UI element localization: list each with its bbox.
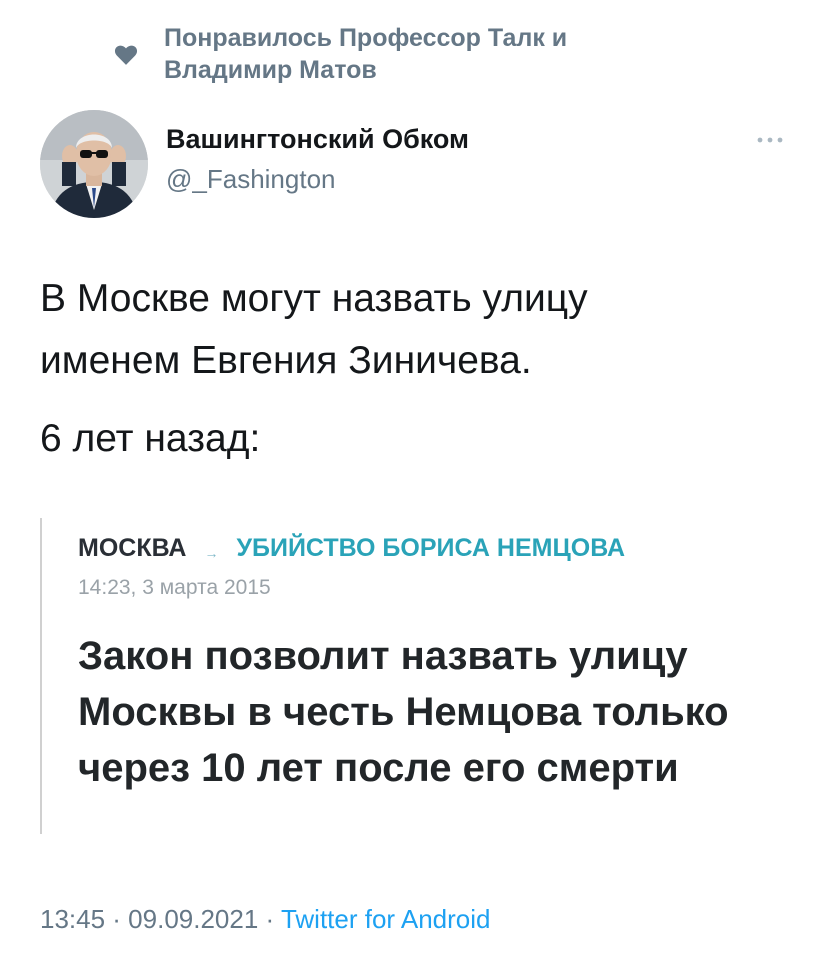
- tweet-text-line: именем Евгения Зиничева.: [40, 339, 532, 382]
- attached-image[interactable]: МОСКВА → УБИЙСТВО БОРИСА НЕМЦОВА 14:23, …: [40, 518, 802, 834]
- tweet-meta: 13:45 · 09.09.2021 · Twitter for Android: [40, 904, 490, 935]
- article-headline: Закон позволит назвать улицу Москвы в че…: [78, 634, 729, 790]
- article-topic: УБИЙСТВО БОРИСА НЕМЦОВА: [236, 534, 626, 562]
- author-name[interactable]: Вашингтонский Обком: [166, 124, 469, 155]
- article-breadcrumb: МОСКВА → УБИЙСТВО БОРИСА НЕМЦОВА: [78, 534, 625, 563]
- tweet-text-line: 6 лет назад:: [40, 417, 261, 460]
- heart-icon: [114, 45, 138, 65]
- tweet-text-line: В Москве могут назвать улицу: [40, 277, 588, 320]
- avatar-photo: [40, 110, 148, 218]
- more-options-icon[interactable]: [752, 132, 788, 148]
- tweet-timestamp[interactable]: 13:45 · 09.09.2021 ·: [40, 904, 281, 934]
- avatar[interactable]: [40, 110, 148, 218]
- tweet-source-link[interactable]: Twitter for Android: [281, 904, 491, 934]
- social-context-text[interactable]: Понравилось Профессор Талк и Владимир Ма…: [164, 22, 684, 86]
- article-date: 14:23, 3 марта 2015: [78, 576, 271, 599]
- tweet-text: В Москве могут назвать улицу именем Евге…: [40, 268, 800, 470]
- arrow-right-icon: →: [204, 544, 219, 561]
- author-handle[interactable]: @_Fashington: [166, 164, 336, 195]
- article-section: МОСКВА: [78, 534, 187, 562]
